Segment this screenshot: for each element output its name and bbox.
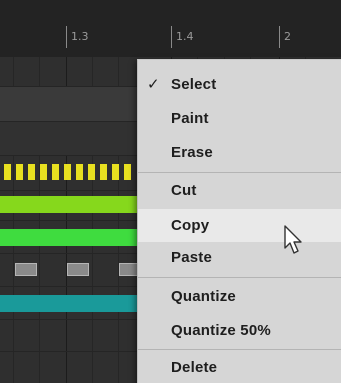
- menu-item-quantize[interactable]: Quantize: [138, 282, 341, 312]
- teal-clip[interactable]: [0, 295, 141, 312]
- menu-item-label: Cut: [171, 182, 197, 199]
- menu-item-select[interactable]: ✓ Select: [138, 70, 341, 100]
- timeline-ruler[interactable]: 1.3 1.4 2: [0, 0, 341, 58]
- menu-separator: [138, 172, 341, 173]
- ruler-mark-2: 2: [279, 26, 291, 48]
- checkmark-icon: ✓: [147, 76, 160, 93]
- menu-item-label: Erase: [171, 144, 213, 161]
- context-menu: ✓ Select Paint Erase Cut Copy Paste Quan…: [137, 59, 341, 383]
- gray-step-clip[interactable]: [0, 262, 141, 277]
- arranger-view: 1.3 1.4 2 ✓ Select Paint Erase Cut Copy …: [0, 0, 341, 383]
- menu-item-label: Delete: [171, 359, 218, 376]
- menu-item-label: Paint: [171, 110, 209, 127]
- ruler-mark-1-4: 1.4: [171, 26, 194, 48]
- menu-item-paint[interactable]: Paint: [138, 104, 341, 134]
- menu-item-paste[interactable]: Paste: [138, 243, 341, 273]
- menu-item-copy[interactable]: Copy: [138, 209, 341, 242]
- menu-item-label: Paste: [171, 249, 213, 266]
- menu-item-quantize-50[interactable]: Quantize 50%: [138, 316, 341, 346]
- yellow-step-clip[interactable]: [0, 164, 141, 180]
- bright-green-clip[interactable]: [0, 229, 141, 246]
- menu-separator: [138, 277, 341, 278]
- menu-separator: [138, 349, 341, 350]
- menu-item-delete[interactable]: Delete: [138, 353, 341, 383]
- menu-item-cut[interactable]: Cut: [138, 176, 341, 206]
- menu-item-erase[interactable]: Erase: [138, 138, 341, 168]
- arrow-pointer-icon: [284, 225, 302, 254]
- menu-item-label: Quantize: [171, 288, 236, 305]
- green-clip[interactable]: [0, 196, 141, 213]
- menu-item-label: Copy: [171, 217, 210, 234]
- menu-item-label: Select: [171, 76, 217, 93]
- ruler-mark-1-3: 1.3: [66, 26, 89, 48]
- menu-item-label: Quantize 50%: [171, 322, 271, 339]
